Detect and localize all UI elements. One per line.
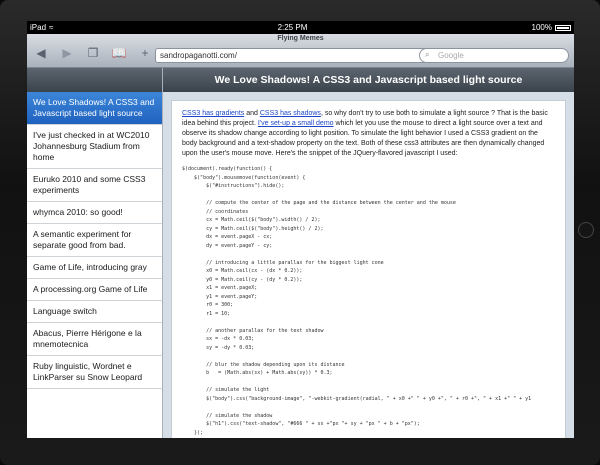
sidebar-item[interactable]: We Love Shadows! A CSS3 and Javascript b… bbox=[27, 92, 162, 125]
sidebar-item[interactable]: Abacus, Pierre Hérigone e la mnemotecnic… bbox=[27, 323, 162, 356]
sidebar-item[interactable]: A semantic experiment for separate good … bbox=[27, 224, 162, 257]
nav-buttons: ◀ ▶ ❐ 📖 + bbox=[33, 46, 153, 60]
sidebar-header bbox=[27, 68, 162, 92]
sidebar-item[interactable]: Euruko 2010 and some CSS3 experiments bbox=[27, 169, 162, 202]
home-button[interactable] bbox=[578, 222, 594, 238]
back-icon[interactable]: ◀ bbox=[33, 46, 49, 60]
link-css3-shadows[interactable]: CSS3 has shadows bbox=[260, 110, 321, 117]
battery-percent: 100% bbox=[531, 23, 552, 32]
sidebar-item[interactable]: Ruby linguistic, Wordnet e LinkParser su… bbox=[27, 356, 162, 389]
article-card: CSS3 has gradients and CSS3 has shadows,… bbox=[171, 100, 566, 438]
article-pane: We Love Shadows! A CSS3 and Javascript b… bbox=[163, 68, 574, 438]
page-title: Flying Memes bbox=[277, 35, 324, 42]
article-title: We Love Shadows! A CSS3 and Javascript b… bbox=[163, 68, 574, 92]
code-snippet: $(document).ready(function() { $("body")… bbox=[182, 166, 532, 436]
wifi-icon: ≈ bbox=[49, 23, 54, 32]
sidebar-item[interactable]: I've just checked in at WC2010 Johannesb… bbox=[27, 125, 162, 169]
forward-icon[interactable]: ▶ bbox=[59, 46, 75, 60]
search-placeholder: Google bbox=[438, 51, 464, 60]
text-fragment: and bbox=[244, 110, 260, 117]
sidebar-item[interactable]: whymca 2010: so good! bbox=[27, 202, 162, 224]
link-css3-gradients[interactable]: CSS3 has gradients bbox=[182, 110, 244, 117]
link-demo[interactable]: I've set-up a small demo bbox=[258, 120, 334, 127]
sidebar-item[interactable]: Language switch bbox=[27, 301, 162, 323]
status-bar: iPad ≈ 2:25 PM 100% bbox=[27, 21, 574, 34]
search-icon: ⌕ bbox=[425, 50, 430, 59]
search-field[interactable]: ⌕ Google bbox=[419, 48, 569, 63]
add-icon[interactable]: + bbox=[137, 46, 153, 60]
browser-toolbar: Flying Memes ◀ ▶ ❐ 📖 + sandropaganotti.c… bbox=[27, 34, 574, 68]
url-text: sandropaganotti.com/ bbox=[160, 51, 237, 60]
post-list-sidebar: We Love Shadows! A CSS3 and Javascript b… bbox=[27, 68, 163, 438]
sidebar-item[interactable]: Game of Life, introducing gray bbox=[27, 257, 162, 279]
battery-icon bbox=[554, 24, 571, 31]
bookmarks-icon[interactable]: 📖 bbox=[111, 46, 127, 60]
status-time: 2:25 PM bbox=[277, 23, 308, 32]
article-intro: CSS3 has gradients and CSS3 has shadows,… bbox=[182, 109, 555, 159]
url-field[interactable]: sandropaganotti.com/ ↻ bbox=[155, 48, 443, 63]
page-content: We Love Shadows! A CSS3 and Javascript b… bbox=[27, 68, 574, 438]
carrier-label: iPad bbox=[30, 23, 47, 32]
sidebar-item[interactable]: A processing.org Game of Life bbox=[27, 279, 162, 301]
tabs-icon[interactable]: ❐ bbox=[85, 46, 101, 60]
